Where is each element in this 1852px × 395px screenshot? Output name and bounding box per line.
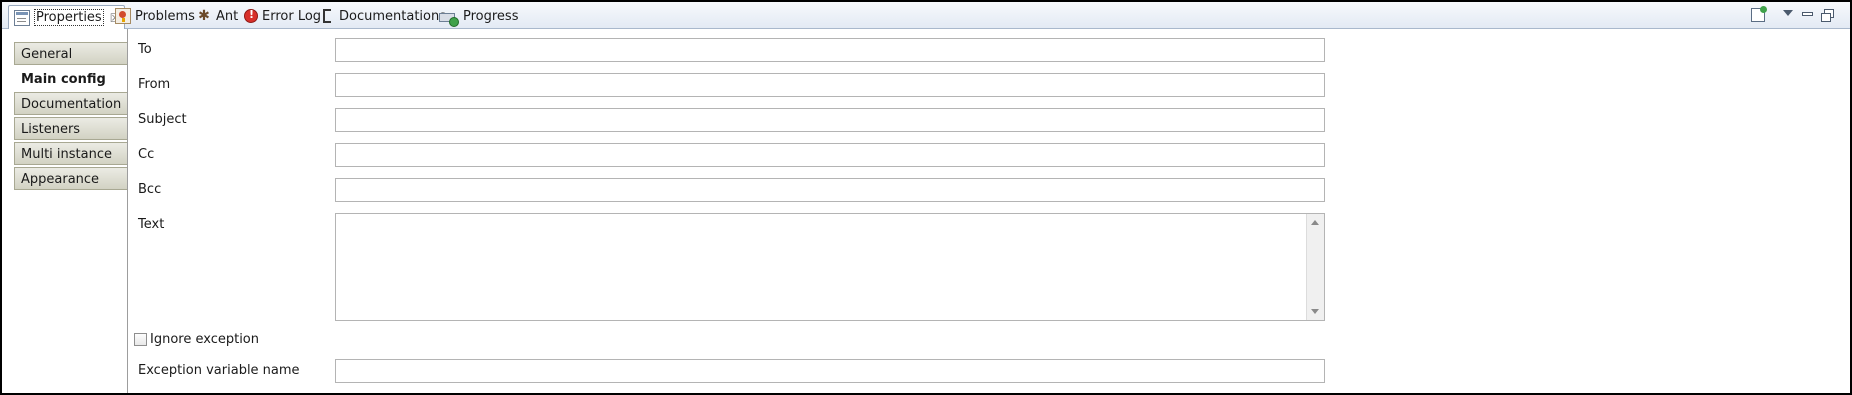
cc-field[interactable] xyxy=(335,143,1325,167)
from-field[interactable] xyxy=(335,73,1325,97)
subject-field[interactable] xyxy=(335,108,1325,132)
view-tab-bar: Properties ☒ Problems ✱ Ant Error Log Do… xyxy=(2,2,1850,29)
progress-icon xyxy=(439,13,459,27)
ignore-exception-label[interactable]: Ignore exception xyxy=(150,332,259,347)
tab-problems[interactable]: Problems xyxy=(115,5,195,27)
view-menu-icon[interactable] xyxy=(1783,10,1793,16)
tab-properties[interactable]: Properties ☒ xyxy=(8,5,126,29)
tab-label: Ant xyxy=(216,8,239,24)
main-config-form: To From Subject Cc Bcc Text Ignore excep… xyxy=(129,29,1850,393)
subject-label: Subject xyxy=(138,112,187,127)
exception-variable-field[interactable] xyxy=(335,359,1325,383)
text-area-container xyxy=(335,213,1325,321)
text-scrollbar[interactable] xyxy=(1306,214,1324,320)
sidebar-item-appearance[interactable]: Appearance xyxy=(14,167,127,190)
sidebar-item-listeners[interactable]: Listeners xyxy=(14,117,127,140)
sidebar-item-general[interactable]: General xyxy=(14,42,127,65)
sidebar-item-multi-instance[interactable]: Multi instance xyxy=(14,142,127,165)
bcc-field[interactable] xyxy=(335,178,1325,202)
cc-label: Cc xyxy=(138,147,155,162)
tab-progress[interactable]: Progress xyxy=(439,5,518,27)
tab-error-log[interactable]: Error Log xyxy=(244,5,321,27)
ant-icon: ✱ xyxy=(198,8,210,24)
bcc-label: Bcc xyxy=(138,182,162,197)
exception-variable-label: Exception variable name xyxy=(138,363,300,378)
pin-icon[interactable] xyxy=(1751,6,1767,22)
problems-icon xyxy=(115,8,131,24)
scroll-down-arrow-icon[interactable] xyxy=(1311,309,1319,314)
section-tabs: General Main config Documentation Listen… xyxy=(2,29,128,393)
sidebar-item-main-config[interactable]: Main config xyxy=(14,67,127,90)
error-log-icon xyxy=(244,8,258,23)
from-label: From xyxy=(138,77,171,92)
to-field[interactable] xyxy=(335,38,1325,62)
tab-label: Documentations xyxy=(339,8,446,24)
text-area[interactable] xyxy=(336,214,1306,320)
tab-ant[interactable]: ✱ Ant xyxy=(196,5,238,27)
tab-label: Problems xyxy=(135,8,195,24)
text-label: Text xyxy=(138,217,165,232)
to-label: To xyxy=(138,42,152,57)
tab-label: Progress xyxy=(463,8,519,24)
properties-icon xyxy=(14,9,30,26)
tab-label: Error Log xyxy=(262,8,322,24)
documentations-icon xyxy=(323,9,331,23)
tab-label: Properties xyxy=(34,9,104,26)
ignore-exception-checkbox[interactable] xyxy=(134,332,147,346)
properties-view: Properties ☒ Problems ✱ Ant Error Log Do… xyxy=(0,0,1852,395)
maximize-icon[interactable] xyxy=(1821,9,1834,22)
ignore-exception-row: Ignore exception xyxy=(134,331,259,347)
sidebar-item-documentation[interactable]: Documentation xyxy=(14,92,127,115)
scroll-up-arrow-icon[interactable] xyxy=(1311,220,1319,225)
tab-documentations[interactable]: Documentations xyxy=(323,5,446,27)
minimize-icon[interactable] xyxy=(1802,12,1813,16)
